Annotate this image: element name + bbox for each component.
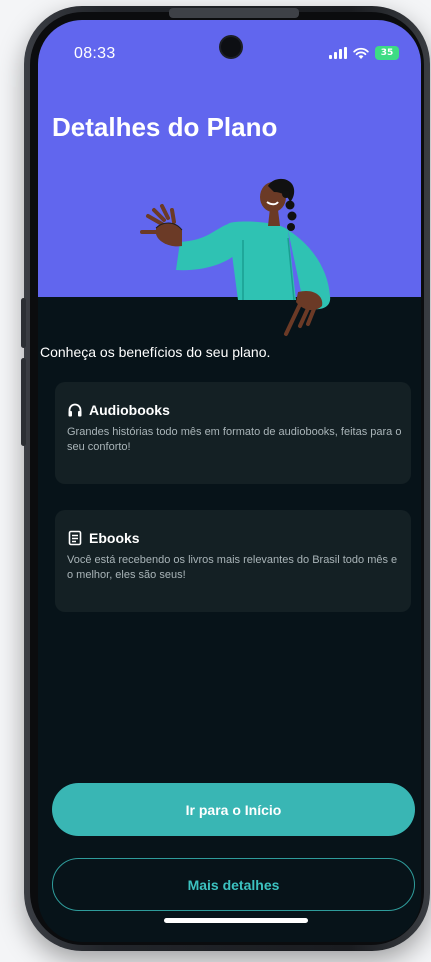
status-icons: 35 [329,46,399,60]
benefit-description: Grandes histórias todo mês em formato de… [67,426,402,453]
person-illustration [140,178,331,336]
phone-antenna-line [169,8,299,18]
header-banner: 08:33 35 Detalhes do Plano [38,20,421,336]
benefit-title: Audiobooks [89,402,170,418]
book-icon [68,530,82,546]
benefit-card-ebooks: Ebooks Você está recebendo os livros mai… [55,510,411,612]
battery-icon: 35 [375,46,399,60]
intro-text: Conheça os benefícios do seu plano. [40,344,271,360]
status-time: 08:33 [74,45,116,62]
go-to-home-button[interactable]: Ir para o Início [52,783,415,836]
benefit-title: Ebooks [89,530,140,546]
benefit-description: Você está recebendo os livros mais relev… [67,554,398,581]
volume-up-key [21,298,26,348]
front-camera [221,37,241,57]
app-screen: 08:33 35 Detalhes do Plano Conheça os be… [38,20,421,942]
more-details-button[interactable]: Mais detalhes [52,858,415,911]
signal-icon [329,47,347,59]
status-bar: 08:33 35 [38,20,421,80]
volume-down-key [21,358,26,446]
benefit-card-audiobooks: Audiobooks Grandes histórias todo mês em… [55,382,411,484]
home-indicator[interactable] [164,918,308,923]
page-title: Detalhes do Plano [52,112,278,142]
headphones-icon [68,403,82,417]
wifi-icon [353,47,369,59]
